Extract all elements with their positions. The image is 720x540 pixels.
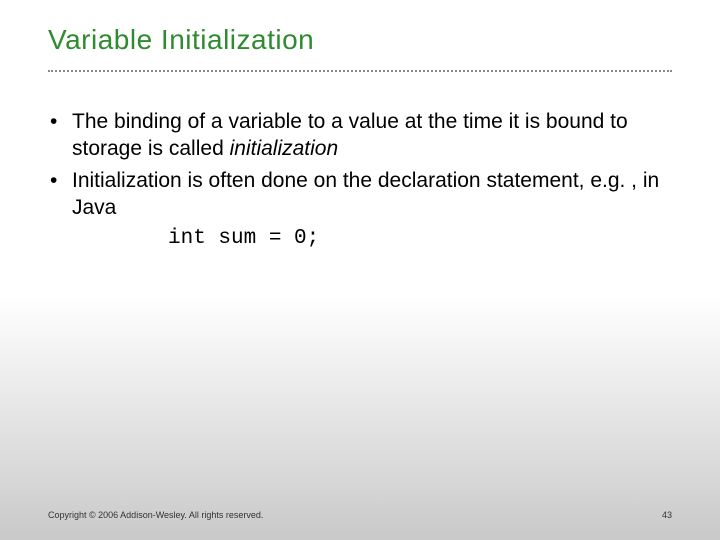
slide-footer: Copyright © 2006 Addison-Wesley. All rig… (48, 510, 672, 520)
bullet-text-before: Initialization is often done on the decl… (72, 169, 659, 219)
bullet-emphasis: initialization (230, 137, 339, 160)
bullet-text: Initialization is often done on the decl… (72, 167, 672, 222)
bullet-item: • Initialization is often done on the de… (48, 167, 672, 222)
bullet-mark: • (48, 108, 72, 163)
bullet-mark: • (48, 167, 72, 222)
code-line: int sum = 0; (168, 225, 672, 252)
copyright-text: Copyright © 2006 Addison-Wesley. All rig… (48, 510, 263, 520)
slide-title: Variable Initialization (48, 24, 672, 56)
slide-content: • The binding of a variable to a value a… (48, 108, 672, 252)
title-divider (48, 70, 672, 72)
bullet-text: The binding of a variable to a value at … (72, 108, 672, 163)
page-number: 43 (662, 510, 672, 520)
bullet-text-before: The binding of a variable to a value at … (72, 110, 628, 160)
bullet-item: • The binding of a variable to a value a… (48, 108, 672, 163)
